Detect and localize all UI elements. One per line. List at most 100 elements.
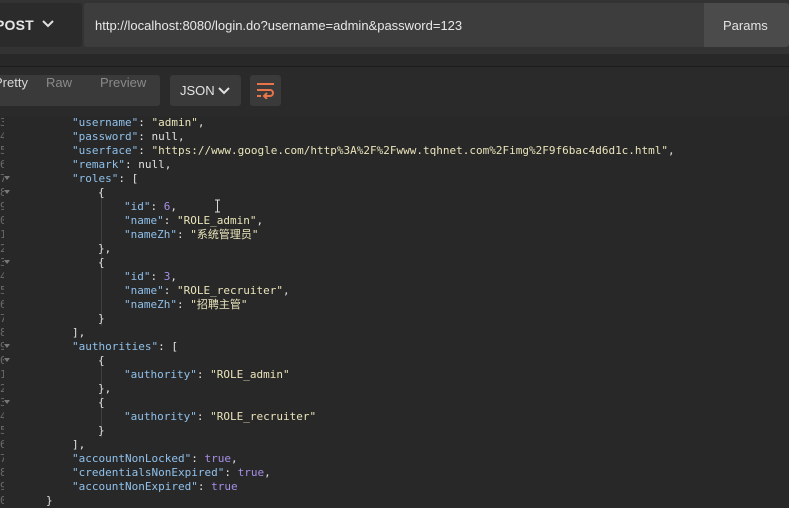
code-line: 5 } (0, 424, 105, 437)
json-value: "招聘主管" (190, 298, 248, 311)
line-number: 3 (0, 116, 4, 129)
json-key: "name" (124, 284, 164, 297)
line-number: 6 (0, 298, 4, 311)
json-value: null (151, 130, 178, 143)
line-number: 0 (0, 214, 4, 227)
fold-toggle-icon[interactable] (4, 400, 10, 404)
code-line: 0 "name": "ROLE_admin", (0, 214, 264, 227)
format-dropdown[interactable]: JSON (170, 75, 241, 106)
json-key: "id" (124, 270, 151, 283)
line-number: 6 (0, 158, 4, 171)
json-key: "authority" (124, 410, 197, 423)
code-line: 9 "accountNonExpired": true (0, 480, 238, 493)
code-line: 6 ], (0, 438, 86, 451)
fold-toggle-icon[interactable] (4, 344, 10, 348)
fold-toggle-icon[interactable] (4, 358, 10, 362)
json-value: true (211, 480, 238, 493)
code-line: 4 "authority": "ROLE_recruiter" (0, 410, 317, 423)
code-line: 3 { (0, 256, 105, 269)
line-number: 1 (0, 228, 4, 241)
tab-pretty[interactable]: Pretty (0, 75, 28, 90)
wrap-lines-button[interactable] (250, 75, 281, 106)
json-value: true (204, 452, 231, 465)
json-value: "ROLE_recruiter" (177, 284, 283, 297)
code-line: 9 "authorities": [ (0, 340, 178, 353)
code-line: 1 "nameZh": "系统管理员" (0, 228, 259, 241)
line-number: 2 (0, 242, 4, 255)
code-line: 4 "id": 3, (0, 270, 177, 283)
json-key: "nameZh" (124, 298, 177, 311)
method-dropdown[interactable]: POST (0, 3, 82, 47)
line-number: 7 (0, 452, 4, 465)
response-toolbar: Pretty Raw Preview JSON (0, 67, 789, 116)
line-number: 9 (0, 200, 4, 213)
fold-toggle-icon[interactable] (4, 190, 10, 194)
json-key: "roles" (72, 172, 119, 185)
method-label: POST (0, 17, 34, 33)
tab-raw[interactable]: Raw (46, 75, 72, 90)
chevron-down-icon (42, 20, 54, 28)
json-key: "accountNonLocked" (72, 452, 192, 465)
params-label: Params (723, 17, 768, 33)
json-key: "password" (72, 130, 139, 143)
code-line: 1 "authority": "ROLE_admin" (0, 368, 290, 381)
json-key: "nameZh" (124, 228, 177, 241)
line-number: 5 (0, 424, 4, 437)
json-value: "系统管理员" (190, 228, 259, 241)
line-number: 4 (0, 410, 4, 423)
code-line: 8 { (0, 186, 105, 199)
code-line: 2 }, (0, 382, 112, 395)
code-line: 8 ], (0, 326, 86, 339)
code-line: 7 "roles": [ (0, 172, 139, 185)
line-number: 4 (0, 270, 4, 283)
response-body-code-view[interactable]: 3 "username": "admin", 4 "password": nul… (0, 116, 789, 507)
json-value: true (237, 466, 265, 479)
chevron-down-icon (218, 87, 230, 95)
code-line: 9 "id": 6, (0, 200, 177, 213)
line-number: 6 (0, 438, 4, 451)
json-key: "remark" (72, 158, 125, 171)
line-number: 9 (0, 480, 4, 493)
code-line: 7 } (0, 312, 105, 325)
wrap-lines-icon (257, 83, 274, 99)
line-number: 2 (0, 382, 4, 395)
json-value: null (138, 158, 165, 171)
line-number: 8 (0, 466, 4, 479)
code-line: 5 "name": "ROLE_recruiter", (0, 284, 290, 297)
json-value: "admin" (151, 116, 198, 129)
line-number: 0 (0, 494, 4, 507)
json-key: "name" (124, 214, 164, 227)
code-line: 4 "password": null, (0, 130, 185, 143)
json-key: "userface" (72, 144, 139, 157)
json-value: "https://www.google.com/http%3A%2F%2Fwww… (151, 144, 669, 157)
code-line: 6 "nameZh": "招聘主管" (0, 298, 248, 311)
code-line: 0 } (0, 494, 53, 507)
line-number: 8 (0, 326, 4, 339)
request-bar: POST http://localhost:8080/login.do?user… (0, 0, 789, 54)
json-key: "authority" (124, 368, 197, 381)
line-number: 4 (0, 130, 4, 143)
code-line: 0 { (0, 354, 105, 367)
tab-preview[interactable]: Preview (100, 75, 146, 90)
json-key: "id" (124, 200, 151, 213)
json-key: "credentialsNonExpired" (72, 466, 225, 479)
json-value: "ROLE_recruiter" (210, 410, 317, 423)
fold-toggle-icon[interactable] (4, 260, 10, 264)
line-number: 5 (0, 284, 4, 297)
line-number: 7 (0, 312, 4, 325)
format-label: JSON (180, 83, 215, 98)
code-line: 2 }, (0, 242, 112, 255)
json-key: "username" (72, 116, 139, 129)
code-line: 8 "credentialsNonExpired": true, (0, 466, 271, 479)
code-line: 3 { (0, 396, 105, 409)
json-key: "authorities" (72, 340, 159, 353)
json-key: "accountNonExpired" (72, 480, 198, 493)
url-input[interactable]: http://localhost:8080/login.do?username=… (84, 3, 704, 47)
json-value: "ROLE_admin" (177, 214, 257, 227)
line-number: 1 (0, 368, 4, 381)
fold-toggle-icon[interactable] (4, 176, 10, 180)
text-cursor-icon (215, 199, 220, 213)
url-text: http://localhost:8080/login.do?username=… (95, 17, 463, 33)
params-button[interactable]: Params (704, 3, 789, 47)
line-number: 5 (0, 144, 4, 157)
